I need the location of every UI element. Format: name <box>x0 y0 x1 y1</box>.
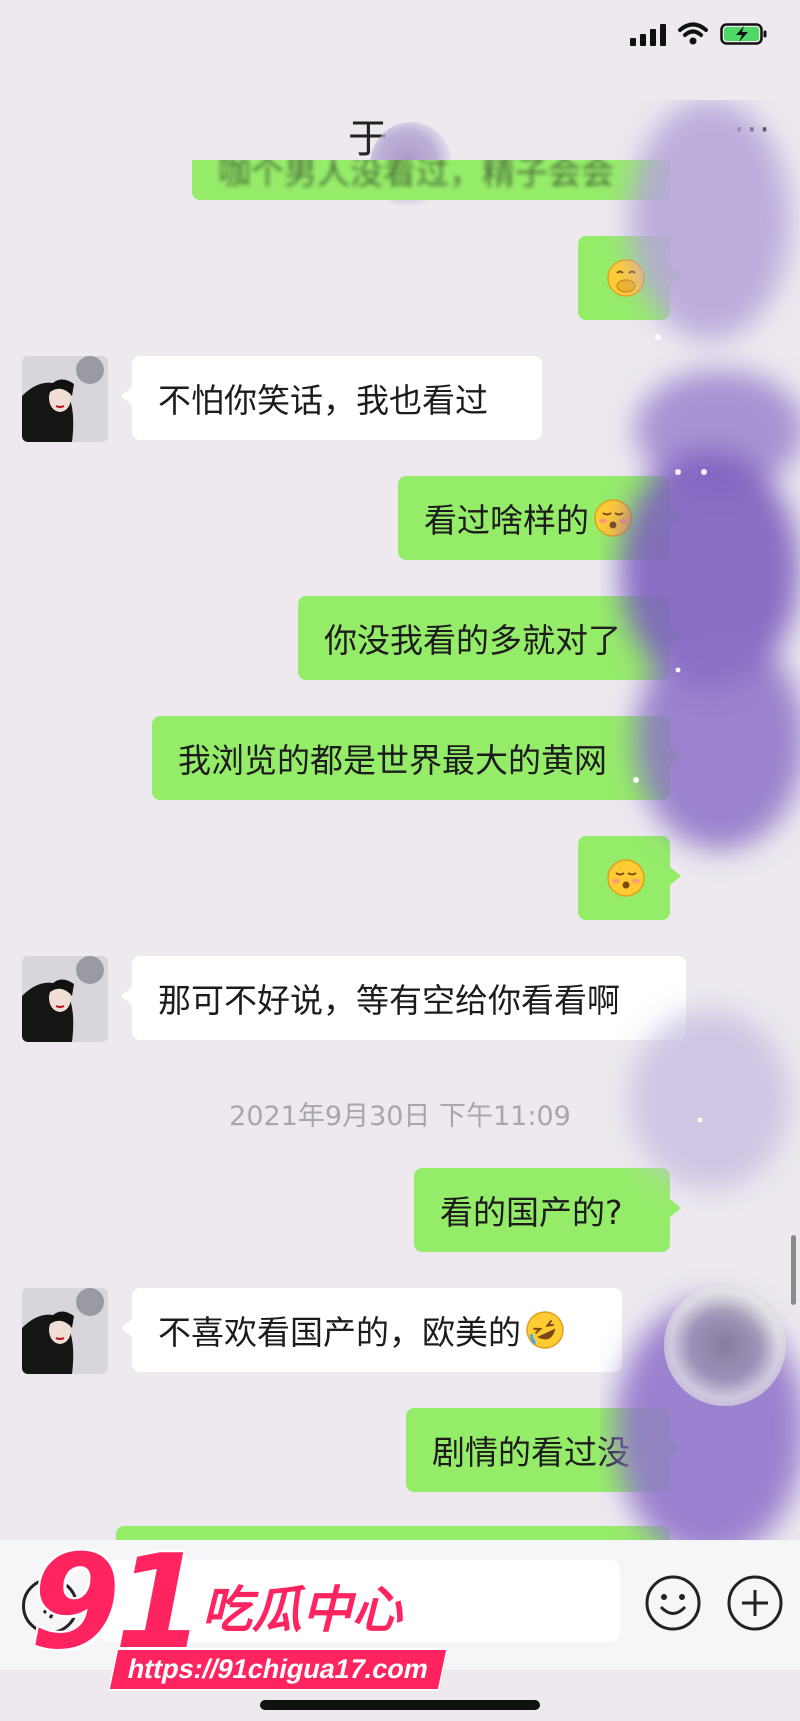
message-text: 咖个男人没看过，精子会会 <box>218 160 614 192</box>
scrollbar[interactable] <box>791 1235 796 1305</box>
message-text: 不喜欢看国产的，欧美的 <box>158 1313 521 1352</box>
face-hand-over-mouth-icon <box>607 259 645 297</box>
kissing-face-icon <box>607 859 645 897</box>
message-text: 剧情的看过没 <box>432 1433 630 1472</box>
avatar[interactable] <box>22 956 108 1042</box>
message-bubble-mine[interactable]: 剧情的看过没 <box>406 1408 681 1492</box>
status-bar <box>0 0 800 70</box>
avatar[interactable] <box>22 1288 108 1374</box>
home-indicator[interactable] <box>260 1700 540 1710</box>
wifi-icon <box>678 22 708 46</box>
message-bubble-mine[interactable] <box>578 836 681 920</box>
avatar[interactable] <box>22 356 108 442</box>
battery-charging-icon <box>720 22 768 46</box>
message-text: 不怕你笑话，我也看过 <box>158 381 488 420</box>
site-watermark: 91 吃瓜中心 https://91chigua17.com <box>20 1526 449 1700</box>
signal-icon <box>630 22 666 46</box>
message-text: 我浏览的都是世界最大的黄网 <box>178 741 607 780</box>
watermark-url: https://91chigua17.com <box>107 1648 449 1691</box>
emoji-icon[interactable] <box>644 1574 702 1632</box>
message-bubble-theirs[interactable]: 那可不好说，等有空给你看看啊 <box>121 956 686 1040</box>
message-bubble-mine[interactable] <box>578 236 681 320</box>
message-text: 那可不好说，等有空给你看看啊 <box>158 981 620 1020</box>
message-text: 你没我看的多就对了 <box>324 621 621 660</box>
kissing-face-icon <box>594 499 632 537</box>
message-bubble-mine[interactable]: 咖个男人没看过，精子会会 <box>192 160 670 200</box>
more-options-icon[interactable]: ··· <box>734 110 772 150</box>
watermark-site-name: 吃瓜中心 <box>202 1581 402 1639</box>
message-bubble-mine[interactable]: 你没我看的多就对了 <box>298 596 681 680</box>
message-text: 看的国产的? <box>440 1193 623 1232</box>
message-bubble-mine[interactable]: 看的国产的? <box>414 1168 681 1252</box>
message-bubble-theirs[interactable]: 不怕你笑话，我也看过 <box>121 356 542 440</box>
message-bubble-theirs[interactable]: 不喜欢看国产的，欧美的 <box>121 1288 622 1372</box>
message-bubble-mine[interactable]: 我浏览的都是世界最大的黄网 <box>152 716 681 800</box>
message-bubble-mine[interactable]: 看过啥样的 <box>398 476 681 560</box>
plus-icon[interactable] <box>726 1574 784 1632</box>
floating-assistive-button[interactable] <box>664 1284 786 1406</box>
status-icons <box>630 22 768 46</box>
message-text: 看过啥样的 <box>424 501 589 540</box>
message-timestamp: 2021年9月30日 下午11:09 <box>229 1101 571 1132</box>
rolling-laughing-face-icon <box>526 1311 564 1349</box>
